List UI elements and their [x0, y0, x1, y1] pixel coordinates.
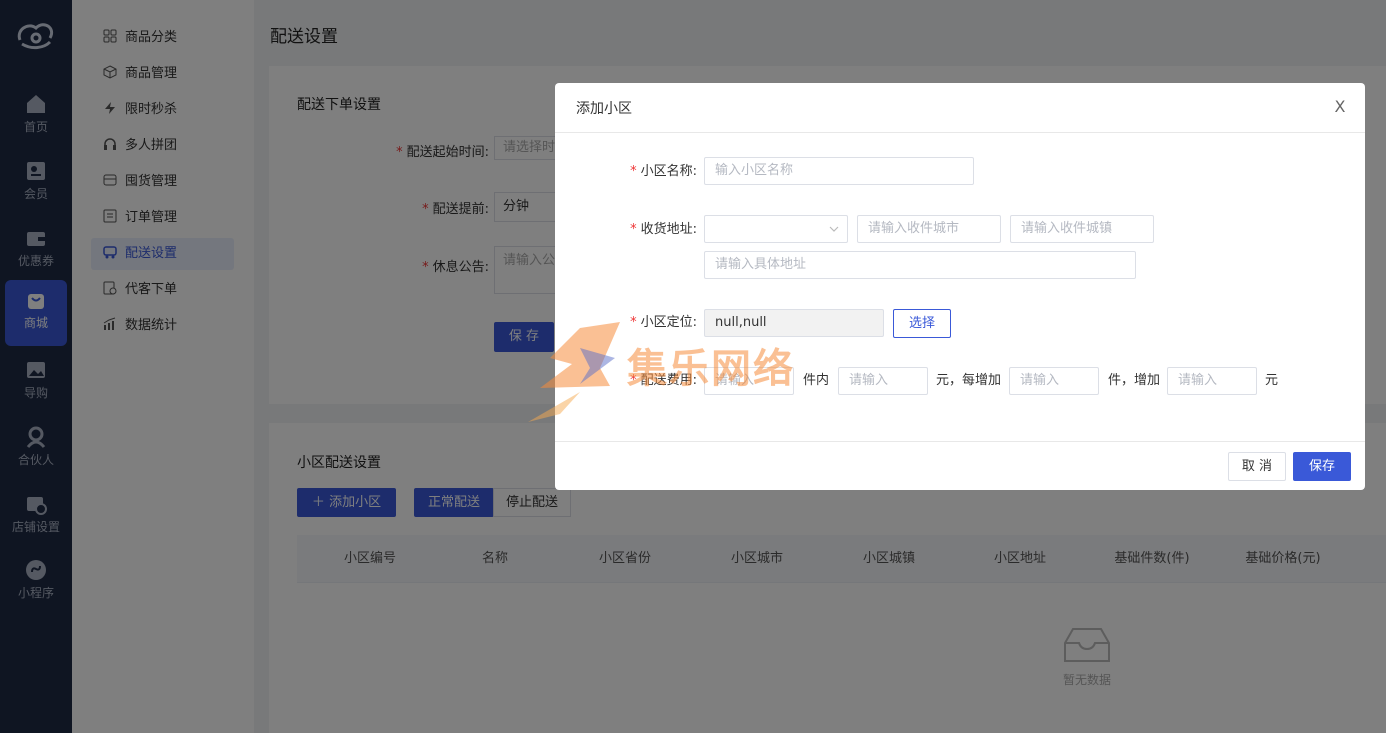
- close-icon[interactable]: X: [1331, 97, 1349, 117]
- fee-text-within: 件内: [803, 373, 830, 388]
- detail-address-input[interactable]: 请输入具体地址: [704, 251, 1136, 279]
- delivery-fee-label: * 配送费用:: [630, 373, 697, 388]
- fee-text-per-add: 元，每增加: [936, 373, 1002, 388]
- modal-header: 添加小区 X: [555, 83, 1365, 133]
- town-input[interactable]: 请输入收件城镇: [1010, 215, 1154, 243]
- city-input[interactable]: 请输入收件城市: [857, 215, 1001, 243]
- modal-footer: 取 消 保存: [555, 441, 1365, 490]
- add-qty-input[interactable]: 请输入: [1009, 367, 1099, 395]
- fee-text-add: 件，增加: [1108, 373, 1161, 388]
- community-name-input[interactable]: 输入小区名称: [704, 157, 974, 185]
- cancel-button[interactable]: 取 消: [1228, 452, 1286, 481]
- location-value: null,null: [704, 309, 884, 337]
- base-qty-input[interactable]: 请输入: [704, 367, 794, 395]
- address-label: * 收货地址:: [630, 222, 697, 237]
- add-price-input[interactable]: 请输入: [1167, 367, 1257, 395]
- save-button[interactable]: 保存: [1293, 452, 1351, 481]
- choose-location-button[interactable]: 选择: [893, 309, 951, 338]
- modal-title: 添加小区: [576, 101, 632, 117]
- location-label: * 小区定位:: [630, 315, 697, 330]
- chevron-down-icon: [829, 226, 839, 232]
- add-community-modal: 添加小区 X * 小区名称: 输入小区名称 * 收货地址: 请输入收件城市 请输入收…: [555, 83, 1365, 490]
- fee-text-yuan: 元: [1265, 373, 1279, 388]
- province-select[interactable]: [704, 215, 848, 243]
- community-name-label: * 小区名称:: [630, 164, 697, 179]
- base-price-input[interactable]: 请输入: [838, 367, 928, 395]
